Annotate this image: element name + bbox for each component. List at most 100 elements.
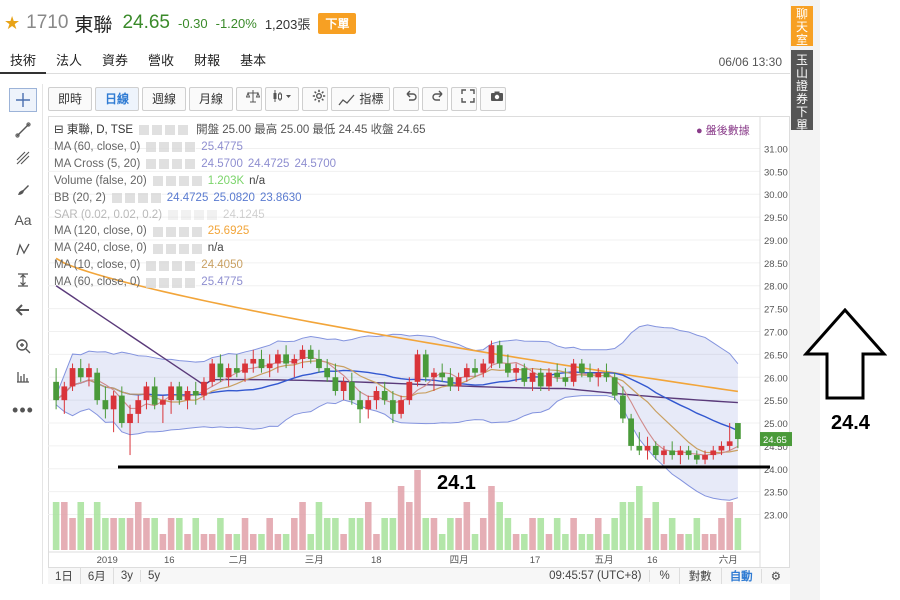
legend-row-value: 1.203K: [207, 174, 245, 187]
chart-type-candle-icon[interactable]: [265, 87, 300, 111]
last-price: 24.65: [122, 12, 170, 33]
legend-row-value: 24.5700: [201, 157, 243, 170]
legend-row-label[interactable]: SAR (0.02, 0.02, 0.2): [54, 207, 162, 224]
legend-row: MA (240, close, 0) n/a: [54, 240, 426, 257]
legend-row-label[interactable]: MA (240, close, 0): [54, 240, 147, 257]
legend-row-controls[interactable]: [152, 243, 203, 254]
chat-room-button[interactable]: 聊天室: [791, 6, 813, 47]
interval-weekly-button[interactable]: 週線: [142, 87, 187, 111]
fullscreen-icon[interactable]: [451, 87, 478, 111]
measure-icon[interactable]: [9, 268, 37, 292]
scale-settings-gear-icon[interactable]: ⚙: [760, 569, 790, 583]
stock-code: 1710: [26, 12, 69, 33]
range-6m-button[interactable]: 6月: [81, 568, 114, 584]
interval-monthly-button[interactable]: 月線: [189, 87, 234, 111]
after-hours-data-link[interactable]: ● 盤後數據: [696, 122, 750, 138]
compare-scale-icon[interactable]: [236, 87, 263, 111]
legend-ohlc: 開盤 25.00 最高 25.00 最低 24.45 收盤 24.65: [196, 124, 426, 136]
legend-row-controls[interactable]: [146, 277, 197, 288]
quote-header: ★ 1710 東聯 24.65 -0.30 -1.20% 1,203張 下單: [0, 10, 357, 36]
legend-row-controls[interactable]: [152, 176, 203, 187]
up-arrow-annotation-icon: [803, 308, 887, 400]
chart-toolbar: 即時 日線 週線 月線 指標: [48, 86, 509, 112]
legend-row-controls[interactable]: [168, 209, 219, 220]
legend-row: SAR (0.02, 0.02, 0.2) 24.1245: [54, 207, 426, 224]
drawing-toolbar: Aa •••: [5, 84, 43, 584]
camera-icon[interactable]: [480, 87, 507, 111]
legend-row: MA Cross (5, 20) 24.5700 24.4725 24.5700: [54, 156, 426, 173]
tab-financials[interactable]: 財報: [184, 50, 230, 74]
redo-icon[interactable]: [422, 87, 449, 111]
interval-intraday-button[interactable]: 即時: [48, 87, 93, 111]
legend-row: MA (120, close, 0) 25.6925: [54, 223, 426, 240]
order-button[interactable]: 下單: [318, 12, 357, 34]
undo-icon[interactable]: [393, 87, 420, 111]
legend-row-value: 24.1245: [223, 208, 265, 221]
trend-line-icon[interactable]: [9, 118, 37, 142]
text-tool-icon[interactable]: Aa: [9, 208, 37, 232]
legend-row: MA (60, close, 0) 25.4775: [54, 139, 426, 156]
chart-bottom-bar: 1日 6月 3y 5y 09:45:57 (UTC+8) % 對數 自動 ⚙: [48, 567, 790, 584]
percent-scale-button[interactable]: %: [649, 570, 678, 582]
legend-indicator-rows: MA (60, close, 0) 25.4775 MA Cross (5, 20)…: [54, 139, 426, 291]
legend-row: MA (60, close, 0) 25.4775: [54, 274, 426, 291]
auto-scale-button[interactable]: 自動: [720, 568, 761, 584]
legend-row-value: 25.0820: [213, 191, 255, 204]
legend-row-label[interactable]: MA (60, close, 0): [54, 274, 140, 291]
legend-symbol[interactable]: ⊟ 東聯, D, TSE: [54, 122, 133, 139]
legend-row-controls[interactable]: [146, 142, 197, 153]
log-scale-button[interactable]: 對數: [678, 568, 721, 584]
brush-icon[interactable]: [9, 178, 37, 202]
legend-row-value: 24.4050: [201, 259, 243, 272]
legend-row-label[interactable]: MA Cross (5, 20): [54, 156, 140, 173]
legend-row-controls[interactable]: [152, 226, 203, 237]
interval-daily-button[interactable]: 日線: [95, 87, 140, 111]
indicators-label: 指標: [359, 92, 384, 106]
stock-name: 東聯: [74, 14, 113, 36]
legend-row-controls[interactable]: [146, 159, 197, 170]
legend-row-label[interactable]: MA (10, close, 0): [54, 257, 140, 274]
indicator-legend: ⊟ 東聯, D, TSE 開盤 25.00 最高 25.00 最低 24.45 …: [54, 122, 426, 291]
legend-row-label[interactable]: MA (120, close, 0): [54, 223, 147, 240]
indicators-button[interactable]: 指標: [331, 87, 391, 111]
range-3y-button[interactable]: 3y: [114, 570, 141, 582]
timezone-clock[interactable]: 09:45:57 (UTC+8): [541, 570, 649, 582]
range-5y-button[interactable]: 5y: [141, 570, 167, 582]
legend-row: Volume (false, 20) 1.203K n/a: [54, 173, 426, 190]
zoom-in-icon[interactable]: [9, 334, 37, 358]
legend-row-value: 25.4775: [201, 276, 243, 289]
fibonacci-icon[interactable]: [9, 146, 37, 170]
legend-row-value: 23.8630: [259, 191, 302, 204]
tab-margin[interactable]: 資券: [92, 50, 138, 74]
legend-row-label[interactable]: BB (20, 2): [54, 190, 106, 207]
trade-volume: 1,203張: [264, 16, 311, 32]
tab-technical[interactable]: 技術: [0, 50, 47, 74]
legend-row-label[interactable]: MA (60, close, 0): [54, 139, 140, 156]
legend-row-value: 24.4725: [247, 157, 290, 170]
legend-controls[interactable]: [139, 125, 192, 136]
arrow-left-icon[interactable]: [9, 298, 37, 322]
broker-order-button[interactable]: 玉山證券下單: [791, 50, 813, 132]
tab-basic[interactable]: 基本: [230, 50, 276, 74]
favorite-star-icon[interactable]: ★: [4, 13, 20, 34]
pattern-icon[interactable]: [9, 238, 37, 262]
tab-institutional[interactable]: 法人: [46, 50, 92, 74]
legend-row-controls[interactable]: [146, 260, 197, 271]
price-change-pct: -1.20%: [215, 15, 257, 31]
crosshair-icon[interactable]: [9, 88, 37, 112]
annotation-level-right: 24.4: [831, 412, 870, 434]
range-1d-button[interactable]: 1日: [48, 568, 81, 584]
market-clock: 06/06 13:30: [718, 54, 782, 69]
legend-row-value: n/a: [249, 174, 266, 187]
legend-row: MA (10, close, 0) 24.4050: [54, 257, 426, 274]
legend-row-label[interactable]: Volume (false, 20): [54, 173, 147, 190]
more-tools-icon[interactable]: •••: [9, 398, 37, 422]
legend-row-value: 25.4775: [201, 140, 243, 153]
legend-title-row: ⊟ 東聯, D, TSE 開盤 25.00 最高 25.00 最低 24.45 …: [54, 122, 426, 139]
tab-revenue[interactable]: 營收: [138, 50, 184, 74]
stock-chart-page: ★ 1710 東聯 24.65 -0.30 -1.20% 1,203張 下單 技…: [0, 0, 900, 600]
settings-gear-icon[interactable]: [302, 87, 329, 111]
legend-row-value: 24.5700: [294, 157, 337, 170]
ruler-icon[interactable]: [9, 364, 37, 388]
legend-row-controls[interactable]: [111, 193, 162, 204]
